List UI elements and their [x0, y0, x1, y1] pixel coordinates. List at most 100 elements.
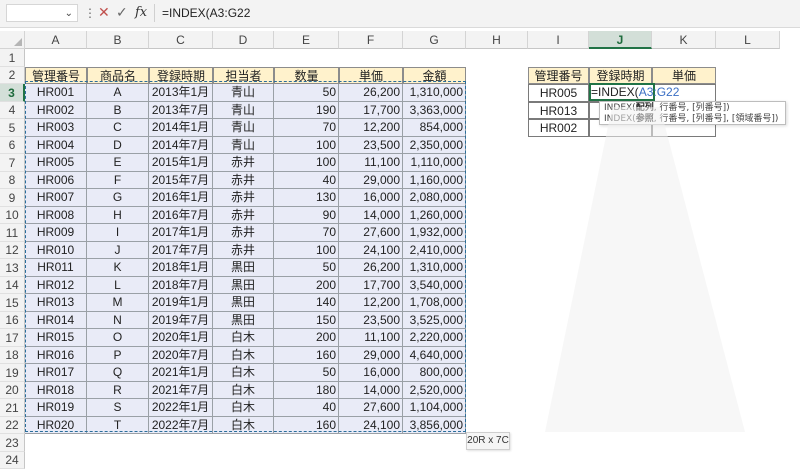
table-cell[interactable]: 2,080,000 — [403, 189, 466, 207]
table-cell[interactable]: 1,310,000 — [403, 84, 466, 102]
table-cell[interactable]: 100 — [274, 137, 339, 154]
table-cell[interactable]: 1,260,000 — [403, 207, 466, 224]
table-cell[interactable]: 190 — [274, 102, 339, 119]
table-cell[interactable]: 青山 — [213, 102, 274, 119]
row-header-4[interactable]: 4 — [0, 102, 25, 119]
tooltip-line-array[interactable]: INDEX(配列, 行番号, [列番号]) — [604, 103, 781, 114]
table-cell[interactable]: 180 — [274, 382, 339, 399]
table-cell[interactable]: A — [87, 84, 149, 102]
table-cell[interactable]: 赤井 — [213, 172, 274, 189]
table-cell[interactable]: 2015年7月 — [149, 172, 213, 189]
table-cell[interactable]: O — [87, 329, 149, 347]
table-cell[interactable]: 3,856,000 — [403, 417, 466, 434]
table-cell[interactable]: 2,410,000 — [403, 242, 466, 259]
table-cell[interactable]: 800,000 — [403, 364, 466, 382]
cell-edit-text[interactable]: =INDEX(A3:G22 — [591, 84, 679, 100]
table-cell[interactable]: 1,104,000 — [403, 399, 466, 417]
table-cell[interactable]: F — [87, 172, 149, 189]
table-cell[interactable]: HR009 — [25, 224, 87, 242]
row-header-13[interactable]: 13 — [0, 259, 25, 277]
table-cell[interactable]: I — [87, 224, 149, 242]
row-header-7[interactable]: 7 — [0, 154, 25, 172]
table-cell[interactable]: 854,000 — [403, 119, 466, 137]
table-cell[interactable]: 青山 — [213, 119, 274, 137]
table-cell[interactable]: 26,200 — [339, 84, 403, 102]
table-cell[interactable]: 16,000 — [339, 364, 403, 382]
table-cell[interactable]: 3,525,000 — [403, 312, 466, 329]
table-cell[interactable]: 24,100 — [339, 417, 403, 434]
table-cell[interactable]: 2018年7月 — [149, 277, 213, 294]
table-cell[interactable]: 200 — [274, 329, 339, 347]
table-header-cell[interactable]: 担当者 — [213, 67, 274, 84]
table-cell[interactable]: 17,700 — [339, 277, 403, 294]
row-header-10[interactable]: 10 — [0, 207, 25, 224]
table-cell[interactable]: 70 — [274, 119, 339, 137]
row-header-9[interactable]: 9 — [0, 189, 25, 207]
column-header-e[interactable]: E — [274, 31, 339, 49]
table-cell[interactable]: 白木 — [213, 347, 274, 364]
table-cell[interactable]: 2022年1月 — [149, 399, 213, 417]
table-cell[interactable]: 青山 — [213, 84, 274, 102]
table-cell[interactable]: 2,220,000 — [403, 329, 466, 347]
table-cell[interactable]: L — [87, 277, 149, 294]
table-cell[interactable]: 23,500 — [339, 137, 403, 154]
table-cell[interactable]: 1,310,000 — [403, 259, 466, 277]
table-cell[interactable]: HR016 — [25, 347, 87, 364]
cancel-icon[interactable]: ✕ — [98, 3, 110, 23]
row-header-18[interactable]: 18 — [0, 347, 25, 364]
table-cell[interactable]: HR014 — [25, 312, 87, 329]
table-cell[interactable]: 2022年7月 — [149, 417, 213, 434]
table-cell[interactable]: 2013年7月 — [149, 102, 213, 119]
table-cell[interactable]: 4,640,000 — [403, 347, 466, 364]
table-cell[interactable]: 140 — [274, 294, 339, 312]
insert-function-icon[interactable]: fx — [135, 4, 147, 22]
column-header-j[interactable]: J — [589, 31, 652, 49]
lookup-id-cell[interactable]: HR013 — [528, 102, 589, 119]
table-cell[interactable]: 50 — [274, 259, 339, 277]
table-cell[interactable]: 100 — [274, 242, 339, 259]
table-cell[interactable]: S — [87, 399, 149, 417]
name-box[interactable]: ⌄ — [6, 4, 78, 22]
table-cell[interactable]: 黒田 — [213, 259, 274, 277]
table-cell[interactable]: 1,110,000 — [403, 154, 466, 172]
table-cell[interactable]: 24,100 — [339, 242, 403, 259]
table-cell[interactable]: 29,000 — [339, 172, 403, 189]
table-cell[interactable]: P — [87, 347, 149, 364]
table-cell[interactable]: 2021年7月 — [149, 382, 213, 399]
table-cell[interactable]: 2,350,000 — [403, 137, 466, 154]
table-cell[interactable]: HR012 — [25, 277, 87, 294]
table-cell[interactable]: 70 — [274, 224, 339, 242]
table-cell[interactable]: 3,363,000 — [403, 102, 466, 119]
table-cell[interactable]: HR006 — [25, 172, 87, 189]
table-header-cell[interactable]: 金額 — [403, 67, 466, 84]
table-cell[interactable]: 2016年1月 — [149, 189, 213, 207]
table-cell[interactable]: 白木 — [213, 417, 274, 434]
table-cell[interactable]: 100 — [274, 154, 339, 172]
table-cell[interactable]: 2013年1月 — [149, 84, 213, 102]
row-header-21[interactable]: 21 — [0, 399, 25, 417]
row-header-11[interactable]: 11 — [0, 224, 25, 242]
table-cell[interactable]: 23,500 — [339, 312, 403, 329]
table-cell[interactable]: T — [87, 417, 149, 434]
row-header-15[interactable]: 15 — [0, 294, 25, 312]
table-cell[interactable]: 1,160,000 — [403, 172, 466, 189]
column-header-a[interactable]: A — [25, 31, 87, 49]
table-cell[interactable]: 2017年7月 — [149, 242, 213, 259]
lookup-header-cell[interactable]: 単価 — [652, 67, 716, 84]
table-cell[interactable]: 90 — [274, 207, 339, 224]
chevron-down-icon[interactable]: ⌄ — [65, 5, 73, 23]
table-cell[interactable]: 17,700 — [339, 102, 403, 119]
column-header-l[interactable]: L — [716, 31, 780, 49]
table-cell[interactable]: 赤井 — [213, 207, 274, 224]
table-cell[interactable]: HR017 — [25, 364, 87, 382]
row-header-19[interactable]: 19 — [0, 364, 25, 382]
table-cell[interactable]: 2019年7月 — [149, 312, 213, 329]
table-cell[interactable]: 赤井 — [213, 189, 274, 207]
table-cell[interactable]: 14,000 — [339, 382, 403, 399]
table-cell[interactable]: 1,708,000 — [403, 294, 466, 312]
table-cell[interactable]: HR019 — [25, 399, 87, 417]
table-cell[interactable]: 白木 — [213, 382, 274, 399]
table-cell[interactable]: HR005 — [25, 154, 87, 172]
row-header-16[interactable]: 16 — [0, 312, 25, 329]
table-cell[interactable]: 2015年1月 — [149, 154, 213, 172]
